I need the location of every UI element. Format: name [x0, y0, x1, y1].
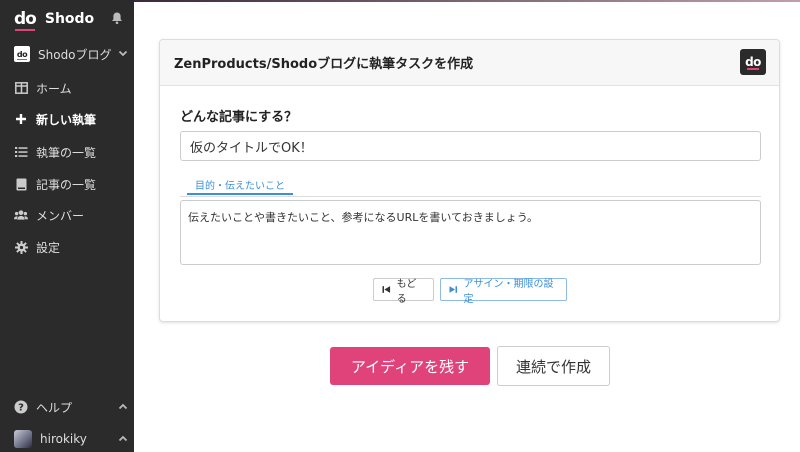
sidebar-item-home[interactable]: ホーム: [14, 77, 132, 99]
sidebar-item-label: 新しい執筆: [36, 112, 97, 127]
assign-deadline-button[interactable]: アサイン・期限の設定: [440, 278, 567, 305]
sidebar-item-articles[interactable]: 記事の一覧: [14, 173, 132, 195]
project-selector[interactable]: do Shodoブログ: [14, 44, 128, 64]
question-label: どんな記事にする？: [180, 110, 298, 125]
sidebar-item-label: 設定: [36, 240, 61, 255]
brand[interactable]: do Shodo: [14, 8, 95, 31]
book-icon: [14, 177, 28, 191]
bell-icon[interactable]: [110, 11, 124, 25]
title-input[interactable]: 仮のタイトルでOK！: [180, 131, 761, 161]
brand-name: Shodo: [44, 11, 95, 27]
help-label: ヘルプ: [36, 400, 73, 415]
back-button[interactable]: もどる: [373, 278, 434, 305]
chevron-down-icon: [118, 50, 128, 57]
list-icon: [14, 145, 28, 159]
project-icon: do: [14, 46, 30, 62]
purpose-textarea[interactable]: 伝えたいことや書きたいこと、参考になるURLを書いておきましょう。: [180, 200, 761, 265]
card-header: ZenProducts/Shodoブログに執筆タスクを作成 do: [160, 40, 779, 86]
card-title: ZenProducts/Shodoブログに執筆タスクを作成: [174, 57, 474, 72]
sidebar-item-writing-list[interactable]: 執筆の一覧: [14, 141, 132, 163]
chevron-up-icon: [118, 403, 128, 410]
back-label: もどる: [396, 278, 417, 305]
sidebar-item-label: 記事の一覧: [36, 177, 97, 192]
step-back-icon: [382, 286, 391, 293]
users-icon: [14, 208, 28, 222]
sidebar-item-settings[interactable]: 設定: [14, 236, 132, 258]
save-idea-button[interactable]: アイディアを残す: [330, 347, 490, 385]
sidebar-item-new-writing[interactable]: 新しい執筆: [14, 108, 132, 130]
user-menu[interactable]: hirokiky: [14, 429, 128, 449]
textarea-value: 伝えたいことや書きたいこと、参考になるURLを書いておきましょう。: [188, 211, 539, 224]
tab-purpose[interactable]: 目的・伝えたいこと: [187, 175, 293, 195]
user-name: hirokiky: [40, 432, 87, 446]
sidebar-item-label: 執筆の一覧: [36, 145, 97, 160]
step-forward-icon: [449, 286, 458, 293]
top-accent-line: [134, 0, 800, 2]
layout-icon: [14, 81, 28, 95]
sidebar-item-label: ホーム: [36, 81, 72, 96]
avatar: [14, 430, 32, 448]
create-task-card: ZenProducts/Shodoブログに執筆タスクを作成 do どんな記事にす…: [159, 39, 780, 322]
assign-label: アサイン・期限の設定: [463, 278, 554, 305]
chevron-up-icon: [118, 435, 128, 442]
plus-icon: [14, 112, 28, 126]
create-continuously-button[interactable]: 連続で作成: [497, 346, 610, 386]
svg-text:?: ?: [18, 403, 24, 414]
question-circle-icon: ?: [14, 400, 28, 414]
brand-logo: do: [14, 8, 37, 31]
gear-icon: [14, 240, 28, 254]
project-name: Shodoブログ: [38, 47, 112, 62]
tab-divider: [180, 196, 761, 197]
sidebar-item-members[interactable]: メンバー: [14, 204, 132, 226]
title-input-value: 仮のタイトルでOK！: [190, 140, 313, 156]
sidebar-item-label: メンバー: [36, 208, 85, 223]
help-menu[interactable]: ? ヘルプ: [14, 397, 128, 417]
sidebar: do Shodo do Shodoブログ ホーム 新しい執筆 執筆の一覧 記事の…: [0, 0, 134, 452]
card-logo: do: [740, 49, 766, 75]
